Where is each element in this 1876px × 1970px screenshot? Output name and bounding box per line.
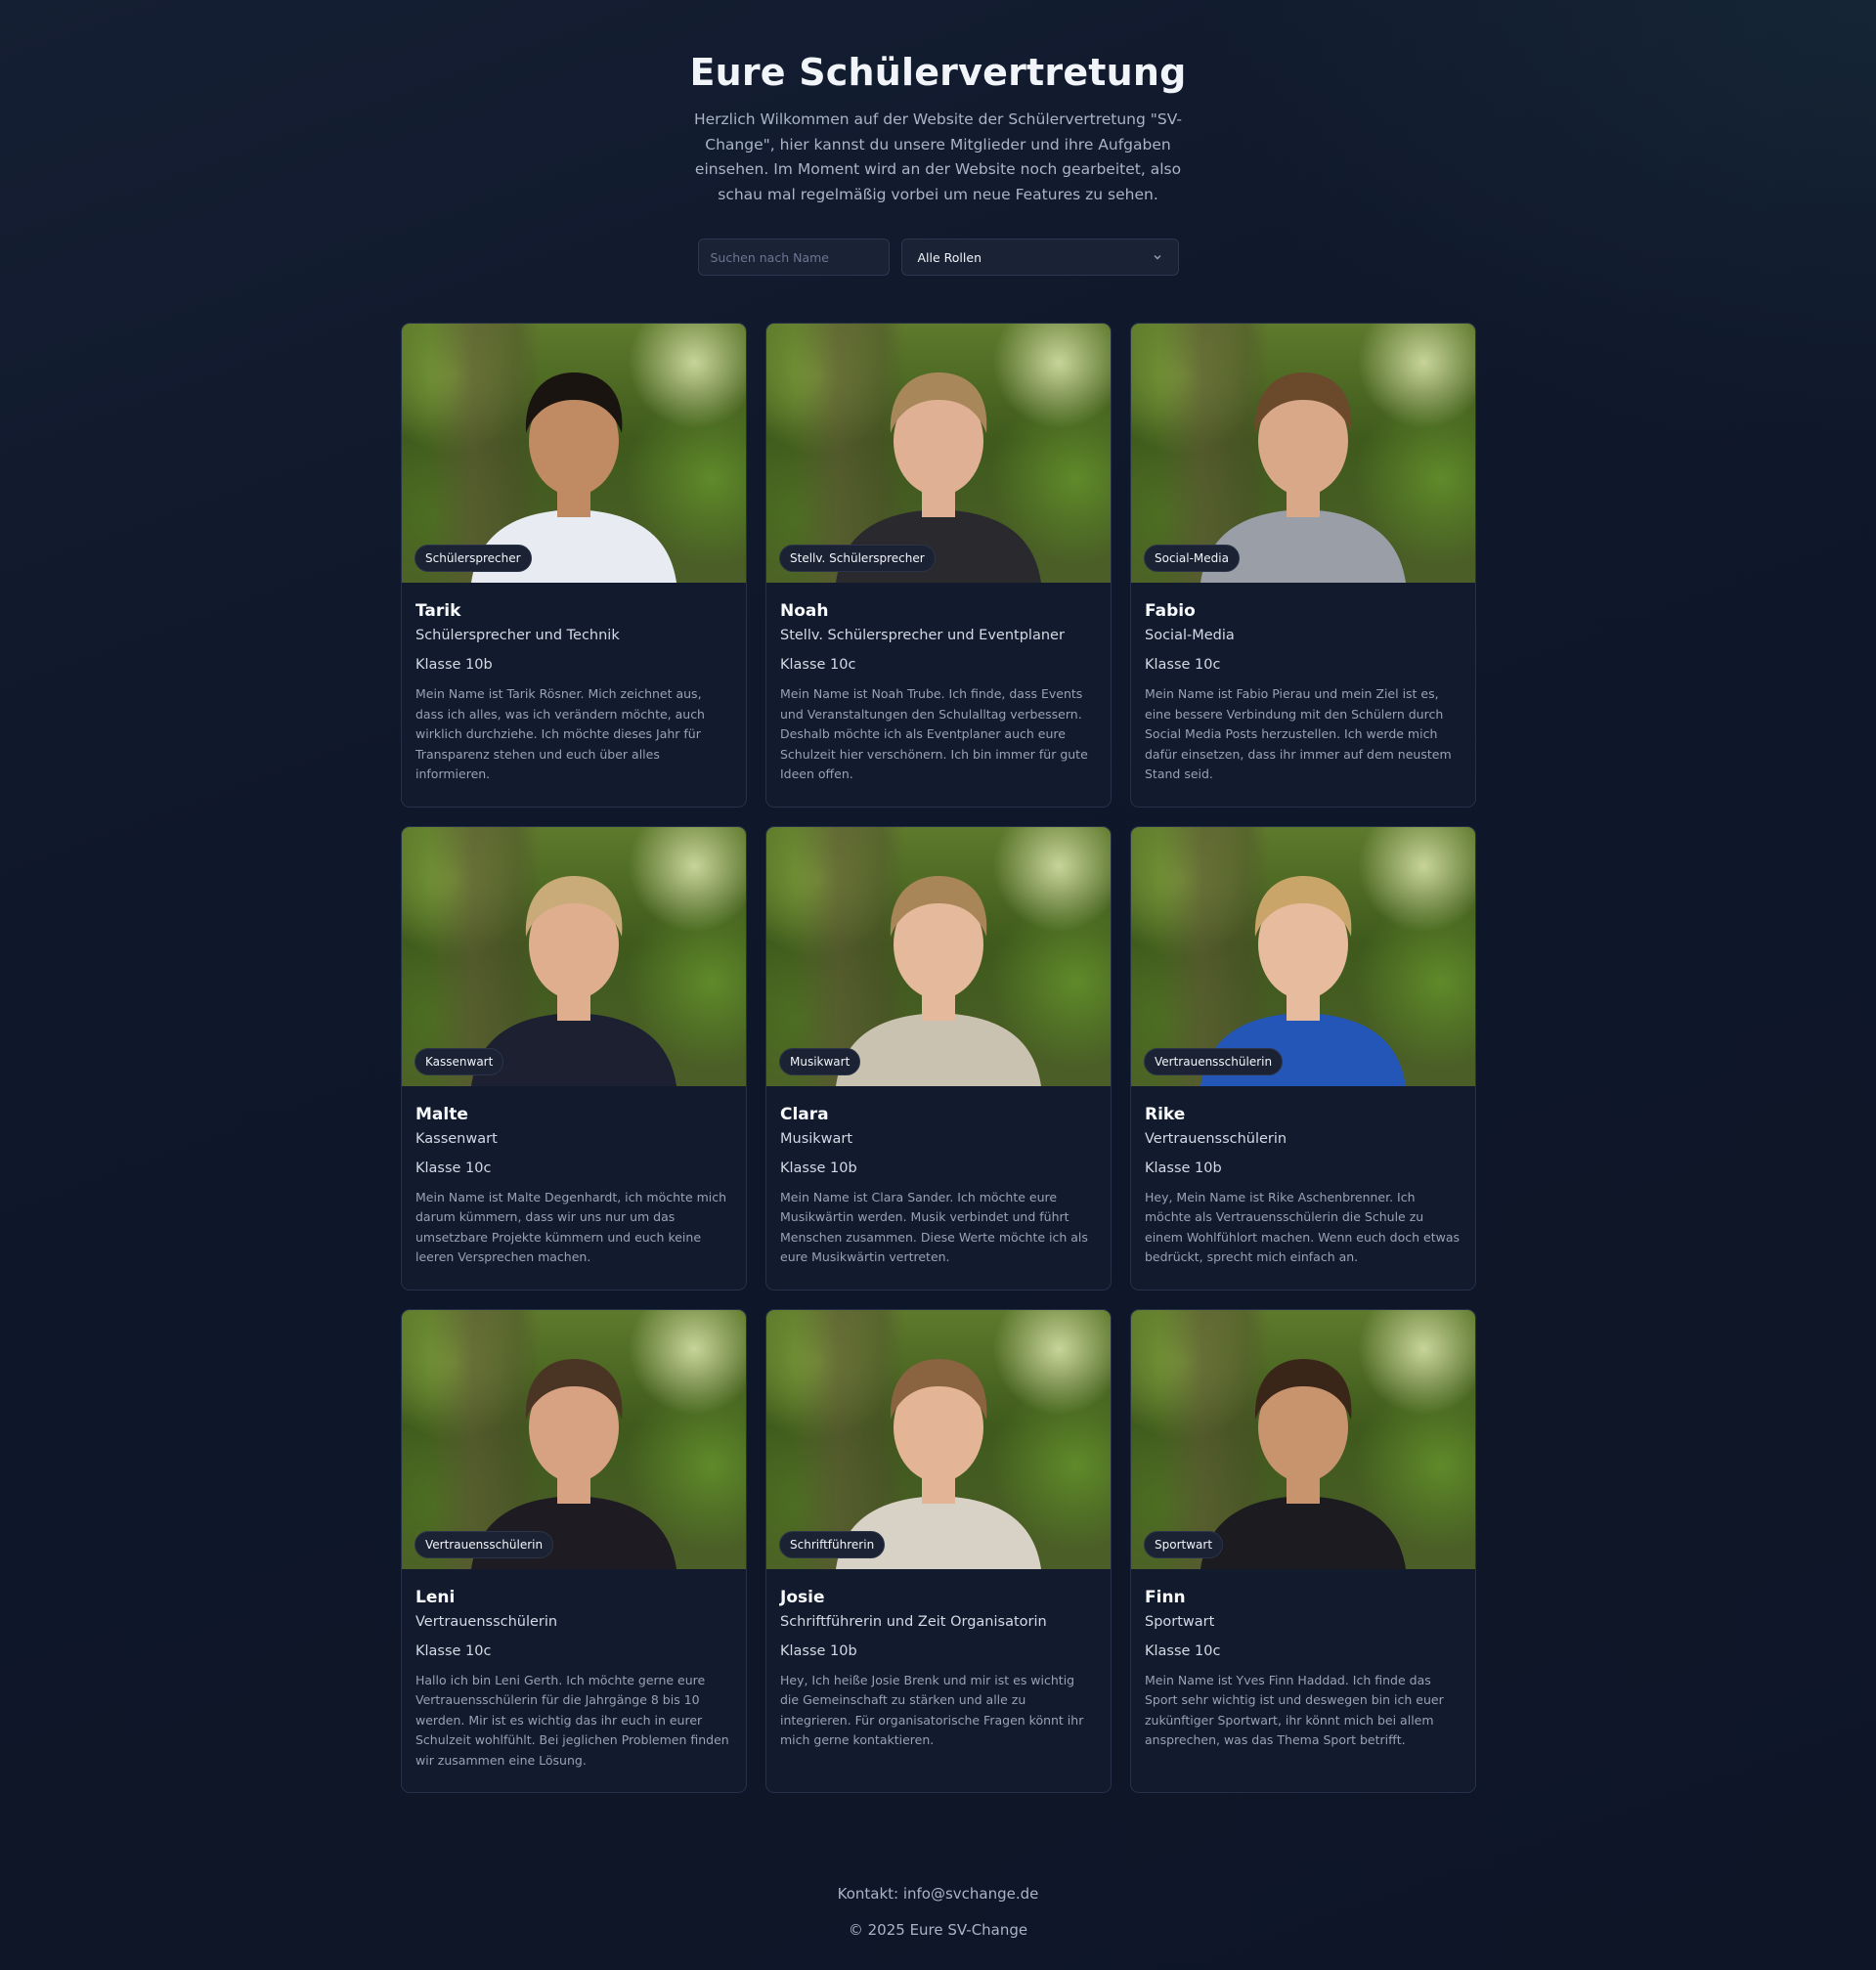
role-badge: Schriftführerin bbox=[779, 1530, 886, 1558]
member-class: Klasse 10b bbox=[780, 1642, 857, 1659]
member-info: Tarik Schülersprecher und Technik Klasse 1… bbox=[402, 583, 746, 807]
role-badge: Vertrauensschülerin bbox=[414, 1530, 554, 1558]
page-footer: Kontakt: info@svchange.de © 2025 Eure SV… bbox=[0, 1883, 1876, 1941]
copyright-text: © 2025 Eure SV-Change bbox=[848, 1921, 1028, 1939]
member-role: Kassenwart bbox=[415, 1130, 498, 1147]
member-card: Schülersprecher Tarik Schülersprecher und … bbox=[401, 323, 747, 808]
member-card: Sportwart Finn Sportwart Klasse 10c Mein Nam… bbox=[1130, 1308, 1476, 1793]
member-info: Rike Vertrauensschülerin Klasse 10b Hey, Me… bbox=[1131, 1086, 1475, 1290]
member-info: Noah Stellv. Schülersprecher und Eventpla… bbox=[766, 583, 1111, 807]
member-bio: Hey, Mein Name ist Rike Aschenbrenner. I… bbox=[1145, 1189, 1461, 1265]
role-badge: Sportwart bbox=[1144, 1530, 1224, 1558]
member-bio: Hallo ich bin Leni Gerth. Ich möchte ger… bbox=[415, 1672, 729, 1768]
member-role: Vertrauensschülerin bbox=[415, 1613, 558, 1630]
member-photo: Vertrauensschülerin bbox=[402, 1309, 746, 1569]
member-bio: Mein Name ist Yves Finn Haddad. Ich find… bbox=[1145, 1672, 1444, 1748]
member-photo: Schülersprecher bbox=[402, 324, 746, 583]
member-photo: Stellv. Schülersprecher bbox=[766, 324, 1111, 583]
member-class: Klasse 10c bbox=[780, 657, 856, 673]
role-badge: Schülersprecher bbox=[414, 545, 532, 572]
member-name: Malte bbox=[415, 1104, 468, 1124]
member-card: Kassenwart Malte Kassenwart Klasse 10c Mein … bbox=[401, 825, 747, 1291]
member-role: Schülersprecher und Technik bbox=[415, 628, 620, 643]
member-class: Klasse 10b bbox=[1145, 1160, 1222, 1176]
role-badge: Kassenwart bbox=[414, 1047, 504, 1075]
member-role: Sportwart bbox=[1145, 1613, 1215, 1630]
member-role: Musikwart bbox=[780, 1130, 853, 1147]
member-photo: Sportwart bbox=[1131, 1309, 1475, 1569]
role-badge: Stellv. Schülersprecher bbox=[779, 545, 936, 572]
member-role: Social-Media bbox=[1145, 628, 1235, 643]
member-bio: Mein Name ist Fabio Pierau und mein Ziel… bbox=[1145, 686, 1452, 781]
member-name: Josie bbox=[780, 1587, 825, 1607]
member-photo: Musikwart bbox=[766, 826, 1111, 1086]
member-info: Finn Sportwart Klasse 10c Mein Name ist Yve… bbox=[1131, 1569, 1475, 1773]
member-card: Stellv. Schülersprecher Noah Stellv. Schül… bbox=[765, 323, 1112, 808]
member-photo: Social-Media bbox=[1131, 324, 1475, 583]
search-input[interactable] bbox=[697, 239, 890, 276]
member-info: Malte Kassenwart Klasse 10c Mein Name ist M… bbox=[402, 1086, 746, 1290]
member-info: Leni Vertrauensschülerin Klasse 10c Hallo i… bbox=[402, 1569, 746, 1793]
member-name: Leni bbox=[415, 1587, 456, 1607]
filter-controls: Alle Rollen bbox=[0, 239, 1876, 276]
intro-text: Herzlich Wilkommen auf der Website der S… bbox=[693, 110, 1183, 203]
member-name: Noah bbox=[780, 601, 829, 621]
member-card: Musikwart Clara Musikwart Klasse 10b Mein Na… bbox=[765, 825, 1112, 1291]
member-info: Fabio Social-Media Klasse 10c Mein Name ist… bbox=[1131, 583, 1475, 807]
member-class: Klasse 10c bbox=[415, 1642, 492, 1659]
role-select[interactable]: Alle Rollen bbox=[900, 239, 1179, 276]
member-card: Vertrauensschülerin Rike Vertrauensschüler… bbox=[1130, 825, 1476, 1291]
member-role: Stellv. Schülersprecher und Eventplaner bbox=[780, 628, 1065, 643]
member-bio: Mein Name ist Malte Degenhardt, ich möch… bbox=[415, 1189, 727, 1265]
member-bio: Mein Name ist Clara Sander. Ich möchte e… bbox=[780, 1189, 1088, 1265]
member-class: Klasse 10c bbox=[1145, 1642, 1221, 1659]
member-role: Vertrauensschülerin bbox=[1145, 1130, 1287, 1147]
member-bio: Mein Name ist Tarik Rösner. Mich zeichne… bbox=[415, 686, 705, 781]
member-photo: Kassenwart bbox=[402, 826, 746, 1086]
member-name: Rike bbox=[1145, 1104, 1186, 1124]
chevron-down-icon bbox=[1154, 255, 1160, 260]
member-class: Klasse 10b bbox=[780, 1160, 857, 1176]
member-bio: Mein Name ist Noah Trube. Ich finde, das… bbox=[780, 686, 1088, 781]
member-photo: Vertrauensschülerin bbox=[1131, 826, 1475, 1086]
role-badge: Social-Media bbox=[1144, 545, 1240, 572]
role-select-value: Alle Rollen bbox=[917, 249, 982, 265]
member-photo: Schriftführerin bbox=[766, 1309, 1111, 1569]
member-card: Vertrauensschülerin Leni Vertrauensschüler… bbox=[401, 1308, 747, 1793]
member-class: Klasse 10c bbox=[1145, 657, 1221, 673]
member-class: Klasse 10c bbox=[415, 1160, 492, 1176]
page-title: Eure Schülervertretung bbox=[689, 51, 1187, 94]
contact-text: Kontakt: info@svchange.de bbox=[837, 1885, 1039, 1903]
page-header: Eure Schülervertretung Herzlich Wilkomme… bbox=[0, 0, 1876, 276]
member-card: Social-Media Fabio Social-Media Klasse 10c M… bbox=[1130, 323, 1476, 808]
role-badge: Musikwart bbox=[779, 1047, 861, 1075]
member-info: Josie Schriftführerin und Zeit Organisato… bbox=[766, 1569, 1111, 1773]
member-bio: Hey, Ich heiße Josie Brenk und mir ist e… bbox=[780, 1672, 1084, 1748]
member-role: Schriftführerin und Zeit Organisatorin bbox=[780, 1613, 1047, 1630]
member-grid: Schülersprecher Tarik Schülersprecher und … bbox=[401, 323, 1476, 1793]
member-name: Clara bbox=[780, 1104, 829, 1124]
member-card: Schriftführerin Josie Schriftführerin und … bbox=[765, 1308, 1112, 1793]
role-badge: Vertrauensschülerin bbox=[1144, 1047, 1284, 1075]
member-name: Finn bbox=[1145, 1587, 1186, 1607]
person-portrait bbox=[1200, 1358, 1406, 1569]
member-info: Clara Musikwart Klasse 10b Mein Name ist Cl… bbox=[766, 1086, 1111, 1290]
member-name: Fabio bbox=[1145, 601, 1196, 621]
member-class: Klasse 10b bbox=[415, 657, 493, 673]
person-portrait bbox=[836, 875, 1041, 1086]
member-name: Tarik bbox=[415, 601, 461, 621]
